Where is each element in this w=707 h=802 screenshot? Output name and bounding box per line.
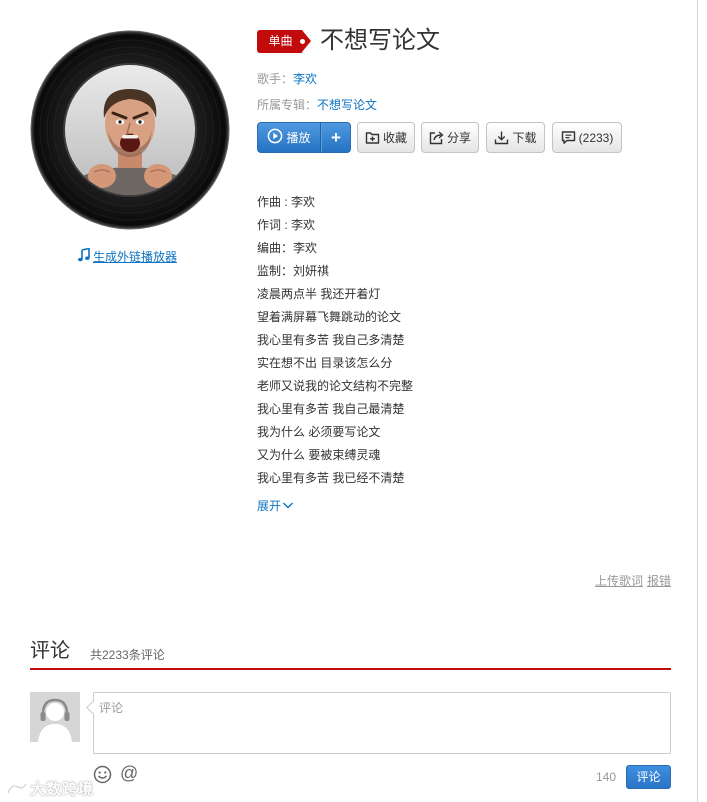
play-label: 播放 <box>286 131 311 145</box>
chevron-down-icon <box>282 495 294 518</box>
play-button[interactable]: 播放 <box>258 123 321 152</box>
watermark-logo <box>6 782 28 793</box>
generate-external-player-link[interactable]: 生成外链播放器 <box>77 247 178 265</box>
upload-lyrics-link[interactable]: 上传歌词 <box>595 573 643 589</box>
comment-count-button[interactable]: (2233) <box>552 122 622 153</box>
share-label: 分享 <box>446 131 471 145</box>
download-label: 下载 <box>512 131 537 145</box>
album-row: 所属专辑：不想写论文 <box>257 97 377 113</box>
collect-button[interactable]: 收藏 <box>357 122 415 153</box>
comment-box <box>86 692 671 754</box>
artist-row: 歌手：李欢 <box>257 71 317 87</box>
lyric-line: 我为什么 必须要写论文 <box>257 425 381 439</box>
lyric-line: 我心里有多苦 我自己最清楚 <box>257 402 405 416</box>
submit-comment-button[interactable]: 评论 <box>626 765 671 789</box>
emoji-icon[interactable] <box>93 765 112 784</box>
share-icon <box>429 130 444 145</box>
download-button[interactable]: 下载 <box>486 122 545 153</box>
lyric-line: 监制：刘妍祺 <box>257 264 330 278</box>
report-error-link[interactable]: 报错 <box>647 573 671 589</box>
share-button[interactable]: 分享 <box>421 122 479 153</box>
lyrics-block: 作曲 : 李欢 作词 : 李欢 编曲：李欢 监制：刘妍祺 凌晨两点半 我还开着灯… <box>257 191 557 490</box>
comment-input[interactable] <box>93 692 671 754</box>
artist-link[interactable]: 李欢 <box>293 72 317 86</box>
comment-count-label: (2233) <box>578 130 614 145</box>
album-label: 所属专辑： <box>257 98 318 112</box>
lyric-tools: 上传歌词 报错 <box>595 573 671 589</box>
comments-divider <box>30 668 671 670</box>
watermark-text: 大数跨境 <box>30 781 95 798</box>
album-link[interactable]: 不想写论文 <box>317 98 377 112</box>
folder-plus-icon <box>365 130 380 145</box>
watermark: 大数跨境 <box>6 778 94 799</box>
song-title: 不想写论文 <box>320 27 440 54</box>
lyric-line: 作曲 : 李欢 <box>257 195 316 209</box>
collect-label: 收藏 <box>382 131 407 145</box>
badge-dot <box>300 39 305 44</box>
lyric-line: 我心里有多苦 我自己多清楚 <box>257 333 405 347</box>
add-to-playlist-button[interactable]: + <box>321 123 350 152</box>
play-circle-icon <box>267 128 283 147</box>
lyric-line: 我心里有多苦 我已经不清楚 <box>257 471 405 485</box>
artist-label: 歌手： <box>257 72 294 86</box>
char-limit-counter: 140 <box>596 770 617 784</box>
badge-label: 单曲 <box>257 30 302 53</box>
single-badge: 单曲 <box>257 30 313 53</box>
expand-label: 展开 <box>257 499 282 513</box>
download-icon <box>494 130 509 145</box>
music-note-icon <box>77 247 91 265</box>
comments-count: 共2233条评论 <box>90 648 165 662</box>
lyric-line: 老师又说我的论文结构不完整 <box>257 379 414 393</box>
lyric-line: 编曲：李欢 <box>257 241 318 255</box>
lyric-line: 又为什么 要被束缚灵魂 <box>257 448 381 462</box>
play-button-group: 播放 + <box>257 122 351 153</box>
external-player-label: 生成外链播放器 <box>93 249 178 264</box>
expand-lyrics-button[interactable]: 展开 <box>257 495 294 518</box>
page-right-border <box>697 0 698 802</box>
lyric-line: 望着满屏幕飞舞跳动的论文 <box>257 310 402 324</box>
avatar <box>30 692 80 742</box>
vinyl-disc <box>30 30 230 230</box>
at-mention-icon[interactable]: @ <box>120 763 138 783</box>
lyric-line: 作词 : 李欢 <box>257 218 316 232</box>
comments-title: 评论 <box>30 640 70 662</box>
lyric-line: 实在想不出 目录该怎么分 <box>257 356 393 370</box>
lyric-line: 凌晨两点半 我还开着灯 <box>257 287 381 301</box>
comment-bubble-icon <box>561 130 576 145</box>
